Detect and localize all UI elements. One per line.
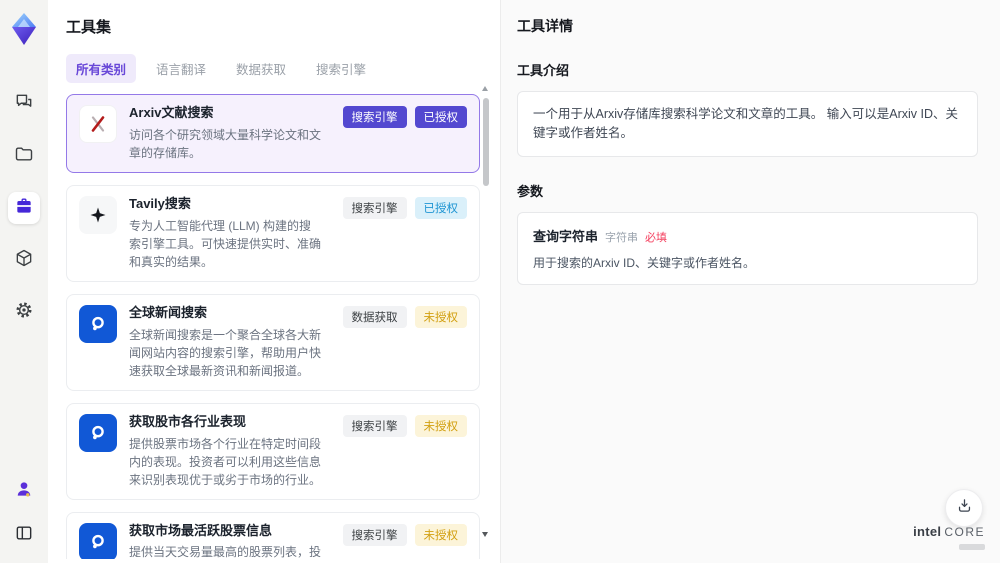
tool-card-list: Arxiv文献搜索 访问各个研究领域大量科学论文和文章的存储库。 搜索引擎 已授… (66, 94, 480, 559)
sidebar-item-toolbox[interactable] (8, 192, 40, 224)
tool-name: 获取股市各行业表现 (129, 413, 247, 429)
sidebar-item-account[interactable] (8, 475, 40, 507)
auth-status-badge: 已授权 (414, 106, 467, 128)
tab-search-engine[interactable]: 搜索引擎 (306, 54, 376, 83)
chat-icon (14, 92, 34, 117)
tool-card-arxiv[interactable]: Arxiv文献搜索 访问各个研究领域大量科学论文和文章的存储库。 搜索引擎 已授… (66, 94, 480, 173)
brand-sub-badge (959, 544, 985, 550)
tool-list-panel: 工具集 所有类别 语言翻译 数据获取 搜索引擎 Arxiv文献搜索 访问各个研究… (48, 0, 500, 563)
category-badge: 搜索引擎 (342, 196, 407, 219)
sidebar-item-settings[interactable] (8, 296, 40, 328)
tool-name: 全球新闻搜索 (129, 304, 208, 320)
param-name: 查询字符串 (533, 228, 599, 244)
tab-data-fetch[interactable]: 数据获取 (226, 54, 296, 83)
brand-core-text: CORE (944, 525, 985, 539)
category-badge: 数据获取 (342, 305, 407, 328)
tool-name: 获取市场最活跃股票信息 (129, 522, 273, 538)
tool-description: 全球新闻搜索是一个聚合全球各大新闻网站内容的搜索引擎，帮助用户快速获取全球最新资… (129, 327, 322, 378)
category-tabs: 所有类别 语言翻译 数据获取 搜索引擎 (66, 54, 500, 83)
tool-card-active-stocks[interactable]: 获取市场最活跃股票信息 提供当天交易量最高的股票列表，投资者可以利用这些信息来识… (66, 511, 480, 559)
intro-heading: 工具介绍 (517, 63, 570, 78)
tavily-star-icon (79, 195, 117, 234)
scroll-up-arrow-icon[interactable] (482, 86, 488, 91)
sidebar-item-chat[interactable] (8, 88, 40, 120)
arxiv-logo-icon (79, 105, 117, 143)
param-required-badge: 必填 (645, 231, 668, 244)
main-area: 工具集 所有类别 语言翻译 数据获取 搜索引擎 Arxiv文献搜索 访问各个研究… (48, 0, 1000, 563)
app-rail (0, 0, 48, 563)
app-logo[interactable] (7, 10, 41, 48)
tool-card-sector-performance[interactable]: 获取股市各行业表现 提供股票市场各个行业在特定时间段内的表现。投资者可以利用这些… (66, 402, 480, 500)
page-title: 工具集 (66, 19, 112, 36)
gear-icon (14, 300, 34, 325)
scroll-down-arrow-icon[interactable] (482, 532, 488, 537)
auth-status-badge: 未授权 (414, 414, 467, 437)
tool-card-global-news[interactable]: 全球新闻搜索 全球新闻搜索是一个聚合全球各大新闻网站内容的搜索引擎，帮助用户快速… (66, 293, 480, 391)
brand-intel-text: intel (913, 524, 942, 539)
tab-translation[interactable]: 语言翻译 (146, 54, 216, 83)
scrollbar-thumb[interactable] (482, 98, 489, 186)
tool-detail-panel: 工具详情 工具介绍 一个用于从Arxiv存储库搜索科学论文和文章的工具。 输入可… (500, 0, 1000, 563)
news-logo-icon (79, 413, 117, 452)
tool-name: Arxiv文献搜索 (129, 105, 214, 120)
detail-title: 工具详情 (517, 18, 573, 34)
toolbox-icon (14, 196, 34, 221)
sidebar-item-collapse[interactable] (8, 519, 40, 551)
news-logo-icon (79, 522, 117, 559)
news-logo-icon (79, 304, 117, 343)
list-scrollbar[interactable] (482, 86, 489, 555)
intro-box: 一个用于从Arxiv存储库搜索科学论文和文章的工具。 输入可以是Arxiv ID… (517, 91, 978, 157)
tool-card-tavily[interactable]: Tavily搜索 专为人工智能代理 (LLM) 构建的搜索引擎工具。可快速提供实… (66, 184, 480, 282)
tool-description: 提供股票市场各个行业在特定时间段内的表现。投资者可以利用这些信息来识别表现优于或… (129, 436, 322, 487)
sidebar-item-files[interactable] (8, 140, 40, 172)
auth-status-badge: 未授权 (414, 523, 467, 546)
category-badge: 搜索引擎 (342, 523, 407, 546)
auth-status-badge: 已授权 (414, 196, 467, 219)
tool-description: 提供当天交易量最高的股票列表，投资者可以利用这些信息来识别流动性强的股票和潜在的… (129, 545, 322, 559)
param-type: 字符串 (605, 231, 639, 244)
download-button[interactable] (945, 489, 983, 527)
param-description: 用于搜索的Arxiv ID、关键字或作者姓名。 (533, 255, 756, 270)
intro-text: 一个用于从Arxiv存储库搜索科学论文和文章的工具。 输入可以是Arxiv ID… (533, 107, 959, 140)
intel-core-logo: intel CORE (913, 525, 985, 554)
tab-all-categories[interactable]: 所有类别 (66, 54, 137, 83)
params-heading: 参数 (517, 183, 544, 199)
auth-status-badge: 未授权 (414, 305, 467, 328)
tool-description: 访问各个研究领域大量科学论文和文章的存储库。 (129, 127, 322, 160)
cube-icon (14, 248, 34, 273)
category-badge: 搜索引擎 (342, 106, 407, 128)
sidebar-item-packages[interactable] (8, 244, 40, 276)
user-avatar-icon (14, 479, 34, 504)
folder-icon (14, 144, 34, 169)
download-icon (956, 497, 973, 519)
tool-description: 专为人工智能代理 (LLM) 构建的搜索引擎工具。可快速提供实时、准确和真实的结… (129, 218, 322, 269)
param-box: 查询字符串 字符串 必填 用于搜索的Arxiv ID、关键字或作者姓名。 (517, 211, 978, 285)
panel-layout-icon (14, 523, 34, 548)
category-badge: 搜索引擎 (342, 414, 407, 437)
tool-name: Tavily搜索 (129, 195, 191, 211)
